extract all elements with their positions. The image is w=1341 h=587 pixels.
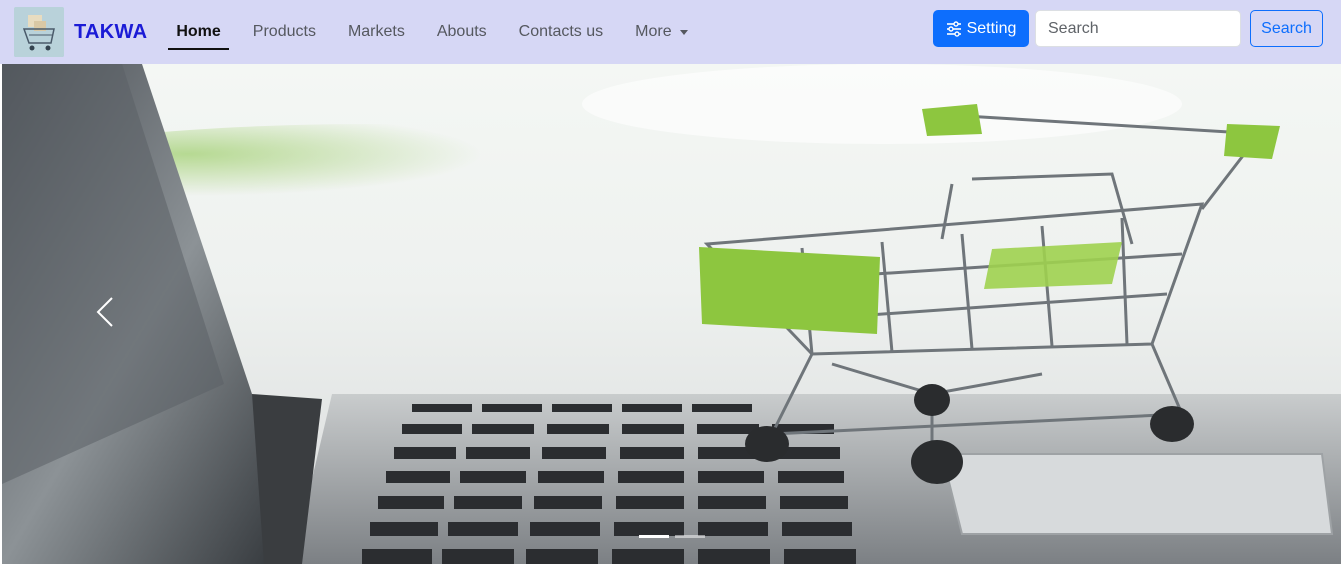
brand-logo[interactable] (14, 7, 64, 57)
nav-products[interactable]: Products (245, 0, 324, 64)
nav-contacts[interactable]: Contacts us (511, 0, 611, 64)
search-input[interactable] (1035, 10, 1241, 47)
hero-image (2, 64, 1341, 564)
carousel-prev-button[interactable] (86, 292, 126, 332)
navbar-actions: Setting Search (933, 10, 1323, 47)
carousel-indicator[interactable] (638, 535, 669, 538)
nav-more-dropdown[interactable]: More (627, 0, 695, 64)
search-button[interactable]: Search (1250, 10, 1323, 47)
nav-more-label: More (635, 23, 672, 40)
nav-abouts[interactable]: Abouts (429, 0, 495, 64)
nav-home[interactable]: Home (168, 0, 230, 64)
carousel-indicator[interactable] (674, 535, 705, 538)
setting-button-label: Setting (966, 19, 1017, 37)
hero-carousel (2, 64, 1341, 564)
brand-name[interactable]: TAKWA (74, 21, 147, 44)
chevron-left-icon (96, 297, 113, 327)
caret-down-icon (679, 29, 688, 35)
nav-markets[interactable]: Markets (340, 0, 413, 64)
sliders-icon (946, 20, 961, 37)
main-nav: Home Products Markets Abouts Contacts us… (168, 0, 711, 64)
carousel-indicators (2, 535, 1341, 538)
top-navbar: TAKWA Home Products Markets Abouts Conta… (0, 0, 1341, 64)
brand[interactable]: TAKWA (14, 7, 147, 57)
setting-button[interactable]: Setting (933, 10, 1029, 47)
